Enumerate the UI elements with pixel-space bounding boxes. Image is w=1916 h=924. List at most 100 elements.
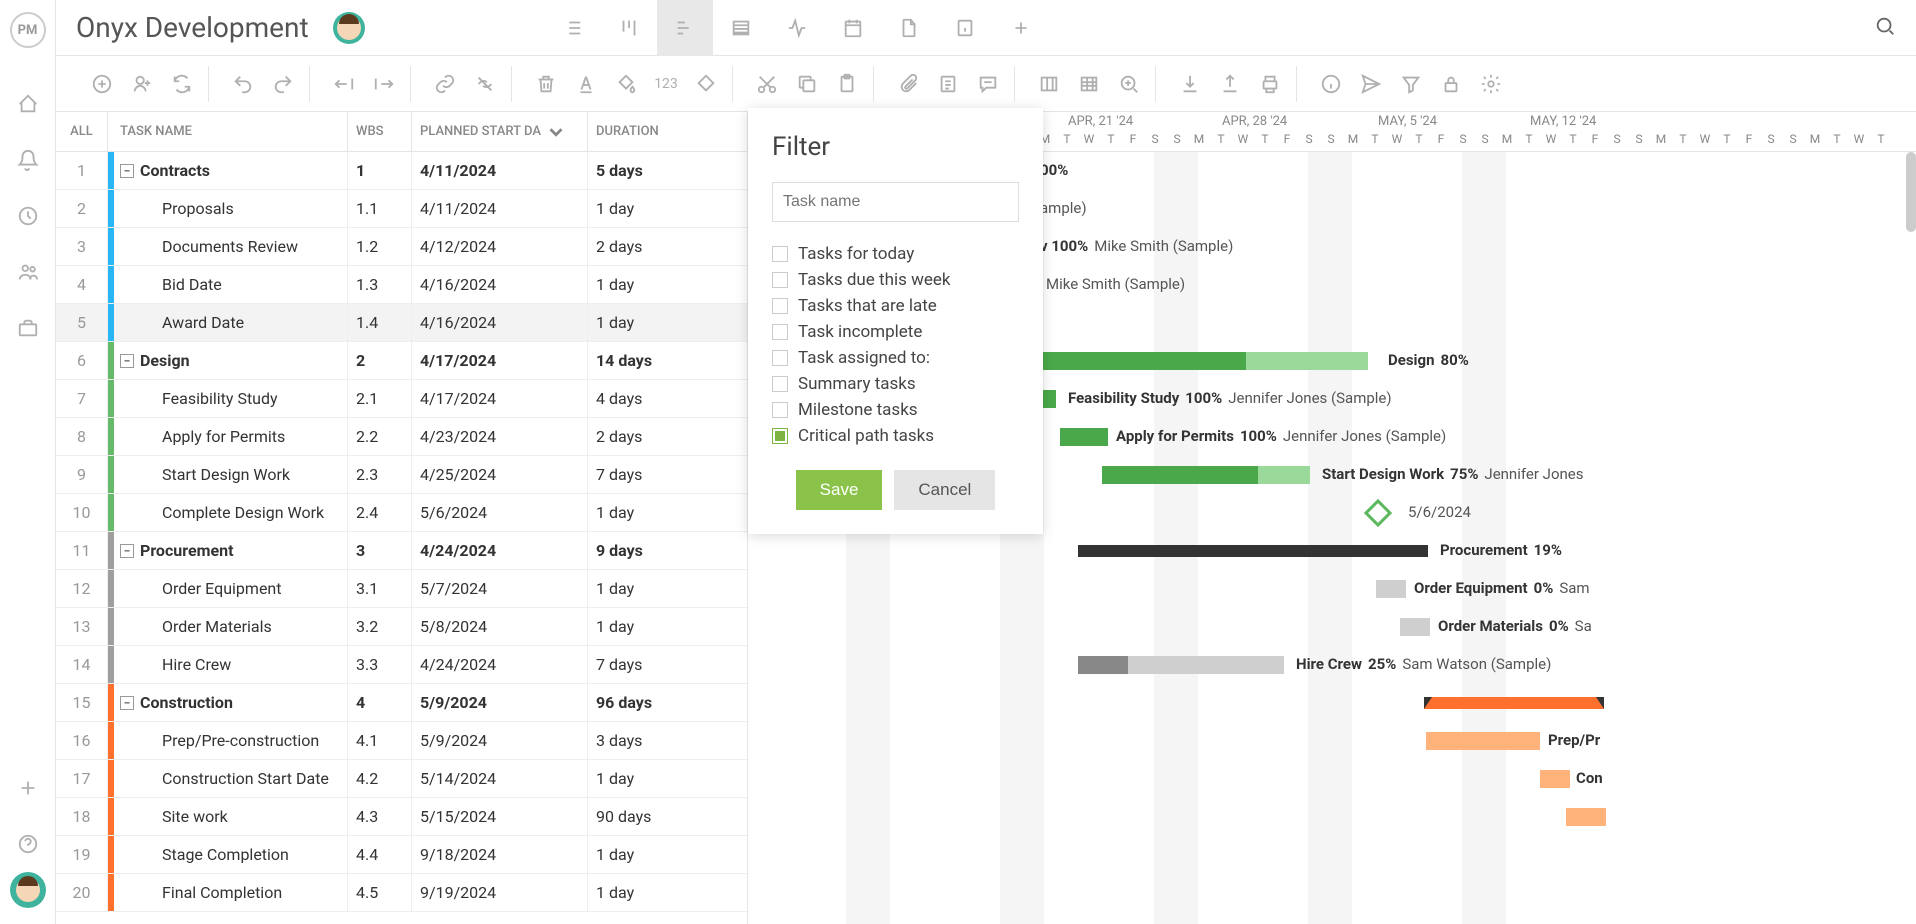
filter-option[interactable]: Tasks due this week <box>772 270 1019 290</box>
grid-header-wbs[interactable]: WBS <box>348 112 412 151</box>
search-icon[interactable] <box>1874 15 1896 41</box>
checkbox-icon[interactable] <box>772 350 788 366</box>
zoom-icon[interactable] <box>1115 70 1143 98</box>
task-row[interactable]: 16 Prep/Pre-construction 4.1 5/9/2024 3 … <box>56 722 747 760</box>
gantt-scrollbar[interactable] <box>1906 152 1916 924</box>
filter-option[interactable]: Task incomplete <box>772 322 1019 342</box>
help-icon[interactable] <box>16 832 40 856</box>
trash-icon[interactable] <box>532 70 560 98</box>
task-row[interactable]: 20 Final Completion 4.5 9/19/2024 1 day <box>56 874 747 912</box>
view-info-icon[interactable] <box>937 0 993 56</box>
collapse-toggle[interactable]: − <box>120 164 134 178</box>
settings-icon[interactable] <box>1477 70 1505 98</box>
briefcase-icon[interactable] <box>16 316 40 340</box>
view-add-icon[interactable] <box>993 0 1049 56</box>
grid-header-duration[interactable]: DURATION <box>588 112 747 151</box>
task-row[interactable]: 4 Bid Date 1.3 4/16/2024 1 day <box>56 266 747 304</box>
task-row[interactable]: 19 Stage Completion 4.4 9/18/2024 1 day <box>56 836 747 874</box>
project-avatar[interactable] <box>333 12 365 44</box>
task-row[interactable]: 17 Construction Start Date 4.2 5/14/2024… <box>56 760 747 798</box>
checkbox-icon[interactable] <box>772 272 788 288</box>
view-list-icon[interactable] <box>545 0 601 56</box>
task-row[interactable]: 2 Proposals 1.1 4/11/2024 1 day <box>56 190 747 228</box>
task-row[interactable]: 3 Documents Review 1.2 4/12/2024 2 days <box>56 228 747 266</box>
notes-icon[interactable] <box>934 70 962 98</box>
collapse-toggle[interactable]: − <box>120 354 134 368</box>
view-sheet-icon[interactable] <box>713 0 769 56</box>
grid-header-all[interactable]: ALL <box>56 112 108 151</box>
filter-icon[interactable] <box>1397 70 1425 98</box>
clock-icon[interactable] <box>16 204 40 228</box>
task-row[interactable]: 9 Start Design Work 2.3 4/25/2024 7 days <box>56 456 747 494</box>
paste-icon[interactable] <box>833 70 861 98</box>
redo-icon[interactable] <box>269 70 297 98</box>
grid-icon[interactable] <box>1075 70 1103 98</box>
task-row[interactable]: 6 −Design 2 4/17/2024 14 days <box>56 342 747 380</box>
task-row[interactable]: 5 Award Date 1.4 4/16/2024 1 day <box>56 304 747 342</box>
user-avatar[interactable] <box>10 872 46 908</box>
copy-icon[interactable] <box>793 70 821 98</box>
collapse-toggle[interactable]: − <box>120 696 134 710</box>
lock-icon[interactable] <box>1437 70 1465 98</box>
export-icon[interactable] <box>1216 70 1244 98</box>
grid-header-name[interactable]: TASK NAME <box>108 112 348 151</box>
view-file-icon[interactable] <box>881 0 937 56</box>
filter-option[interactable]: Tasks that are late <box>772 296 1019 316</box>
filter-option[interactable]: Milestone tasks <box>772 400 1019 420</box>
task-row[interactable]: 7 Feasibility Study 2.1 4/17/2024 4 days <box>56 380 747 418</box>
outdent-icon[interactable] <box>330 70 358 98</box>
task-row[interactable]: 14 Hire Crew 3.3 4/24/2024 7 days <box>56 646 747 684</box>
view-activity-icon[interactable] <box>769 0 825 56</box>
milestone-diamond[interactable] <box>1364 499 1392 527</box>
task-row[interactable]: 8 Apply for Permits 2.2 4/23/2024 2 days <box>56 418 747 456</box>
checkbox-icon[interactable] <box>772 376 788 392</box>
task-row[interactable]: 11 −Procurement 3 4/24/2024 9 days <box>56 532 747 570</box>
view-calendar-icon[interactable] <box>825 0 881 56</box>
refresh-icon[interactable] <box>168 70 196 98</box>
text-style-icon[interactable] <box>572 70 600 98</box>
filter-cancel-button[interactable]: Cancel <box>894 470 995 510</box>
task-row[interactable]: 12 Order Equipment 3.1 5/7/2024 1 day <box>56 570 747 608</box>
checkbox-icon[interactable] <box>772 246 788 262</box>
task-row[interactable]: 15 −Construction 4 5/9/2024 96 days <box>56 684 747 722</box>
app-logo[interactable]: PM <box>10 12 46 48</box>
milestone-icon[interactable] <box>692 70 720 98</box>
checkbox-icon[interactable] <box>772 428 788 444</box>
view-board-icon[interactable] <box>601 0 657 56</box>
print-icon[interactable] <box>1256 70 1284 98</box>
columns-icon[interactable] <box>1035 70 1063 98</box>
filter-taskname-input[interactable] <box>772 182 1019 222</box>
filter-option[interactable]: Critical path tasks <box>772 426 1019 446</box>
filter-option[interactable]: Task assigned to: <box>772 348 1019 368</box>
cut-icon[interactable] <box>753 70 781 98</box>
percent-icon[interactable]: 123 <box>652 70 680 98</box>
send-icon[interactable] <box>1357 70 1385 98</box>
filter-option[interactable]: Summary tasks <box>772 374 1019 394</box>
task-row[interactable]: 10 Complete Design Work 2.4 5/6/2024 1 d… <box>56 494 747 532</box>
add-task-icon[interactable] <box>88 70 116 98</box>
comment-icon[interactable] <box>974 70 1002 98</box>
assign-icon[interactable] <box>128 70 156 98</box>
undo-icon[interactable] <box>229 70 257 98</box>
people-icon[interactable] <box>16 260 40 284</box>
unlink-icon[interactable] <box>471 70 499 98</box>
filter-save-button[interactable]: Save <box>796 470 883 510</box>
checkbox-icon[interactable] <box>772 324 788 340</box>
import-icon[interactable] <box>1176 70 1204 98</box>
task-row[interactable]: 18 Site work 4.3 5/15/2024 90 days <box>56 798 747 836</box>
link-icon[interactable] <box>431 70 459 98</box>
checkbox-icon[interactable] <box>772 298 788 314</box>
attach-icon[interactable] <box>894 70 922 98</box>
add-icon[interactable] <box>16 776 40 800</box>
view-gantt-icon[interactable] <box>657 0 713 56</box>
task-row[interactable]: 13 Order Materials 3.2 5/8/2024 1 day <box>56 608 747 646</box>
bell-icon[interactable] <box>16 148 40 172</box>
fill-icon[interactable] <box>612 70 640 98</box>
task-row[interactable]: 1 −Contracts 1 4/11/2024 5 days <box>56 152 747 190</box>
grid-header-start[interactable]: PLANNED START DA <box>412 112 588 151</box>
indent-icon[interactable] <box>370 70 398 98</box>
filter-option[interactable]: Tasks for today <box>772 244 1019 264</box>
home-icon[interactable] <box>16 92 40 116</box>
collapse-toggle[interactable]: − <box>120 544 134 558</box>
checkbox-icon[interactable] <box>772 402 788 418</box>
